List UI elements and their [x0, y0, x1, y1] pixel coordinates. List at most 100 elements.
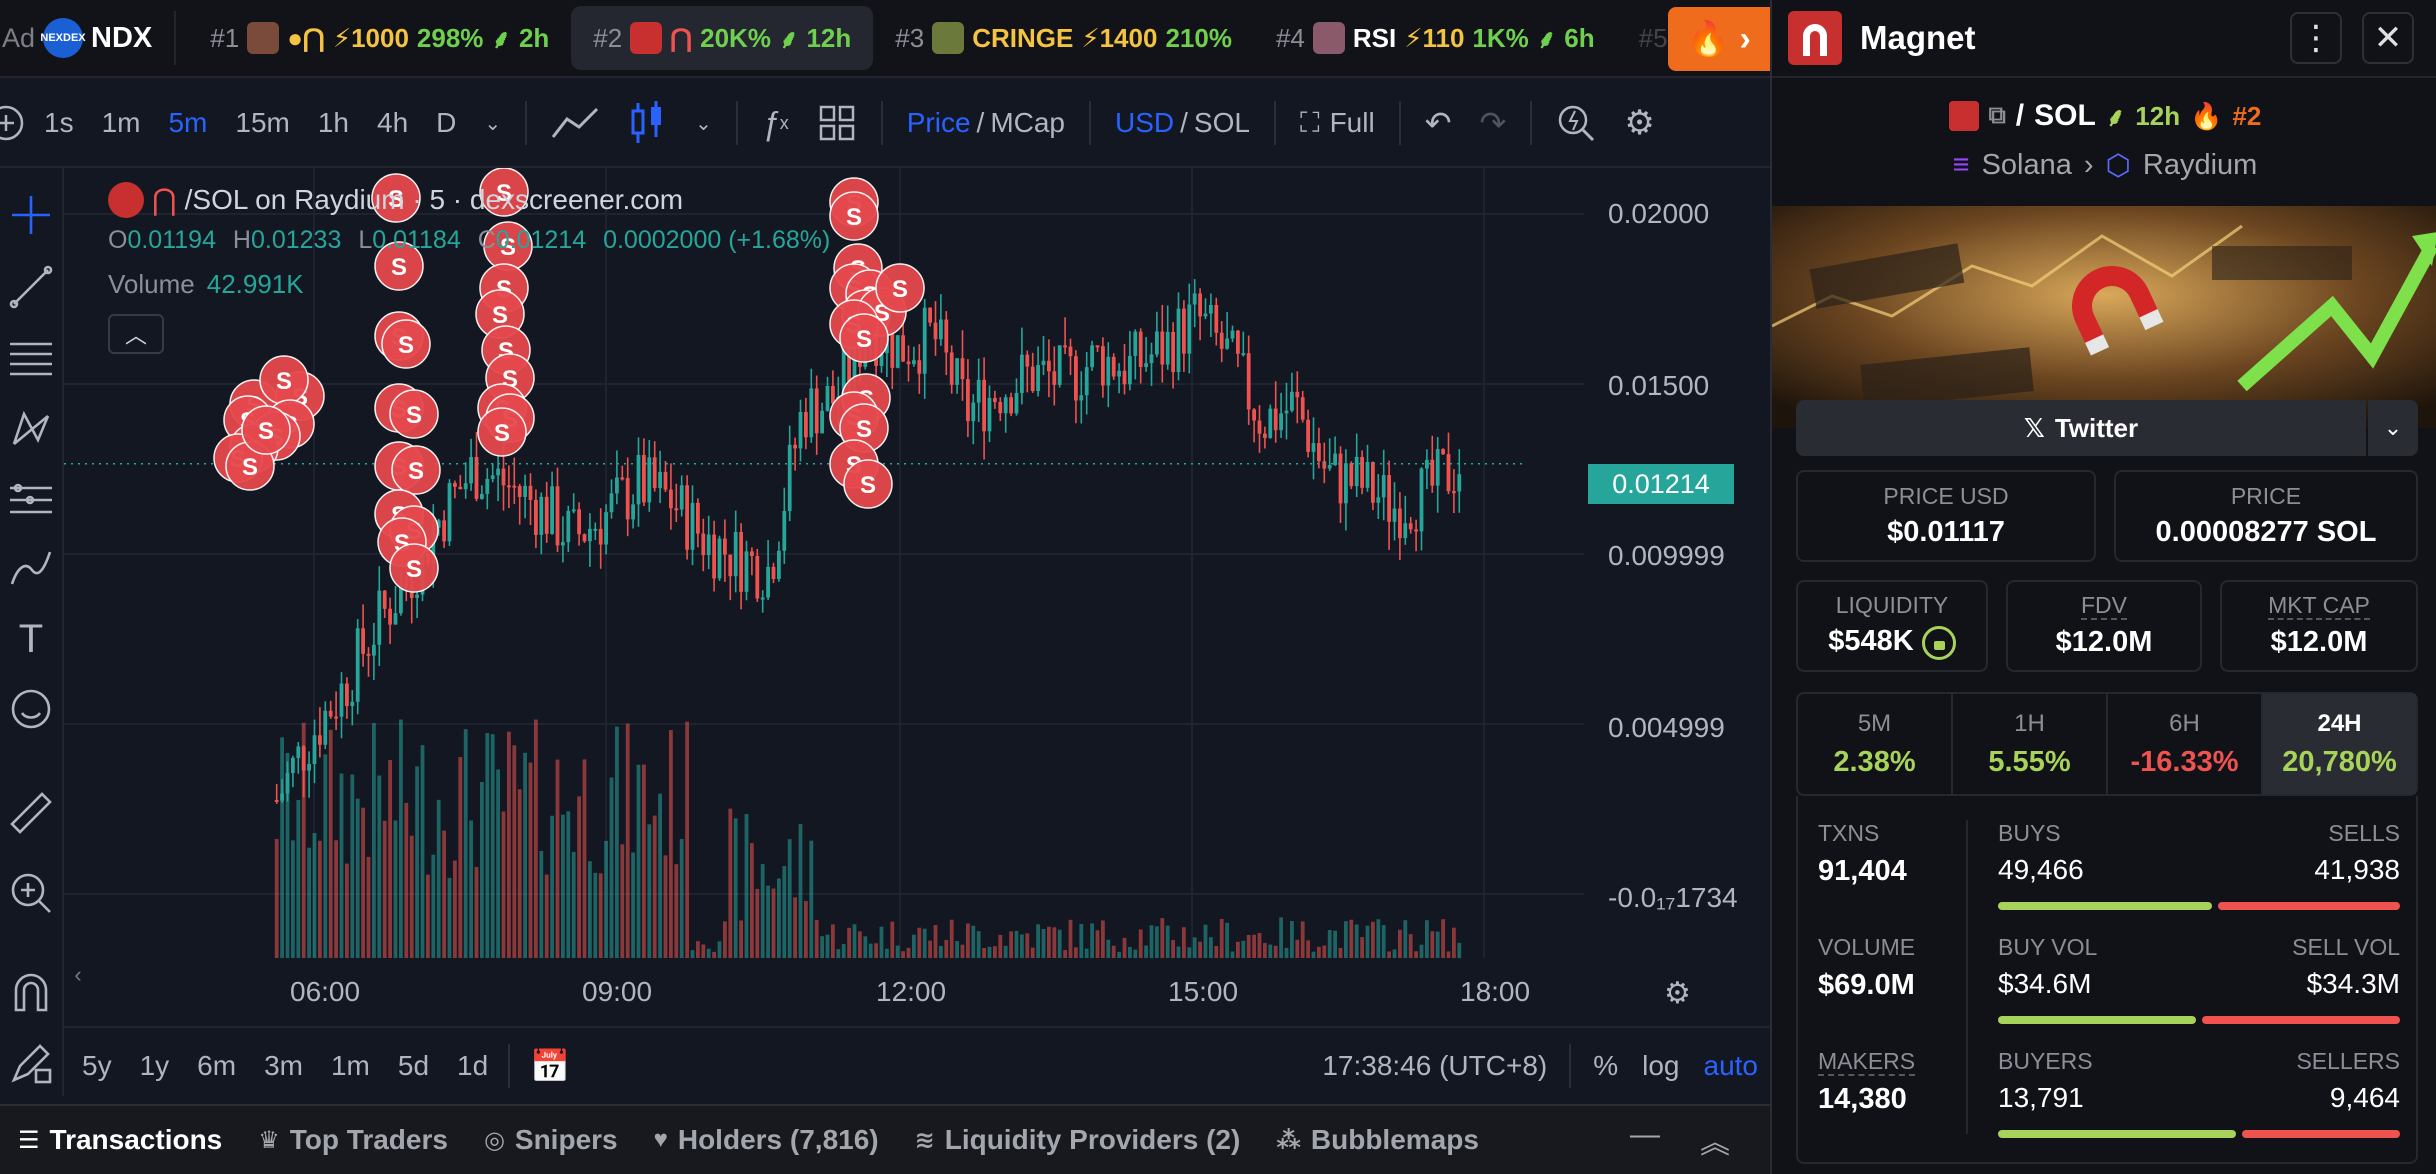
ticker-item-4[interactable]: #4 RSI ⚡110 1K% ⸙ 6h: [1254, 6, 1617, 70]
toolbar-divider: [735, 101, 738, 145]
layout-grid-icon[interactable]: [803, 80, 871, 166]
fire-icon: 🔥: [2190, 100, 2223, 131]
volume-bar: [1144, 945, 1148, 958]
ticker-item-2[interactable]: #2 ⋂ 20K% ⸙ 12h: [571, 6, 874, 70]
candle-body: [582, 534, 587, 542]
crosshair-icon[interactable]: [6, 190, 56, 240]
range-3m[interactable]: 3m: [250, 1050, 317, 1082]
chevron-down-icon[interactable]: ⌄: [681, 80, 726, 166]
mcap-label[interactable]: MKT CAP: [2268, 592, 2370, 621]
collapse-legend-button[interactable]: ︿: [108, 314, 164, 354]
emoji-icon[interactable]: [6, 684, 56, 734]
undo-icon[interactable]: ↶: [1411, 80, 1466, 166]
more-options-icon[interactable]: ⋮: [2290, 12, 2342, 64]
chevron-down-icon[interactable]: ⌄: [470, 80, 515, 166]
candle-body: [1446, 454, 1451, 492]
quick-search-icon[interactable]: [1542, 80, 1610, 166]
lock-icon[interactable]: [1921, 625, 1956, 660]
usd-sol-toggle[interactable]: USD / SOL: [1101, 80, 1264, 166]
range-1d[interactable]: 1d: [443, 1050, 502, 1082]
axis-settings-icon[interactable]: ⚙: [1664, 976, 1691, 1011]
interval-5m[interactable]: 5m: [154, 80, 221, 166]
candle-body: [1111, 356, 1116, 377]
fullscreen-button[interactable]: ⛶ Full: [1286, 80, 1389, 166]
expand-up-icon[interactable]: ︽: [1700, 1118, 1730, 1162]
interval-d[interactable]: D: [422, 80, 470, 166]
price-chart[interactable]: SSSSSSSSSSSSSSSSSSSSSSSSSSSSSSSSSSSSSSSS…: [64, 168, 1770, 1026]
minimize-icon[interactable]: —: [1630, 1118, 1660, 1162]
usd-option[interactable]: USD: [1115, 107, 1174, 139]
close-icon[interactable]: ✕: [2362, 12, 2414, 64]
tab-snipers[interactable]: ◎ Snipers: [466, 1124, 636, 1156]
ticker-item-1[interactable]: #1 ●⋂ ⚡1000 298% ⸙ 2h: [188, 6, 571, 70]
chain-name[interactable]: Solana: [1982, 149, 2072, 182]
zoom-in-icon[interactable]: [6, 868, 56, 918]
line-chart-icon[interactable]: [537, 80, 613, 166]
interval-15m[interactable]: 15m: [221, 80, 303, 166]
dex-name[interactable]: Raydium: [2143, 149, 2257, 182]
settings-gear-icon[interactable]: ⚙: [1610, 80, 1668, 166]
indicators-fx-icon[interactable]: ƒx: [748, 80, 803, 166]
text-tool-icon[interactable]: T: [6, 614, 56, 664]
period-6h[interactable]: 6H -16.33%: [2108, 694, 2263, 794]
range-6m[interactable]: 6m: [183, 1050, 250, 1082]
interval-1h[interactable]: 1h: [304, 80, 363, 166]
tab-liquidity-providers[interactable]: ≋ Liquidity Providers (2): [897, 1124, 1259, 1156]
candle-body: [652, 457, 657, 489]
interval-4h[interactable]: 4h: [363, 80, 422, 166]
volume-bar: [901, 951, 905, 958]
fib-lines-icon[interactable]: [6, 332, 56, 382]
ruler-icon[interactable]: [6, 788, 56, 838]
twitter-button[interactable]: 𝕏 Twitter: [1796, 400, 2366, 456]
ad-ndx[interactable]: NEXDEX NDX: [40, 18, 152, 58]
candle-body: [1020, 354, 1024, 393]
range-1y[interactable]: 1y: [126, 1050, 184, 1082]
tab-top-traders[interactable]: ♛ Top Traders: [240, 1124, 466, 1156]
volume-bar: [1365, 925, 1370, 958]
clock-time[interactable]: 17:38:46 (UTC+8): [1310, 1050, 1559, 1082]
lock-drawings-icon[interactable]: [6, 1038, 56, 1088]
prediction-icon[interactable]: [6, 474, 56, 524]
fire-icon: 🔥: [1687, 20, 1730, 58]
candle-body: [917, 360, 922, 374]
period-5m[interactable]: 5M 2.38%: [1798, 694, 1953, 794]
candle-body: [1068, 346, 1073, 357]
close-value: 0.01214: [495, 226, 587, 254]
mcap-option[interactable]: MCap: [990, 107, 1065, 139]
add-indicator-icon[interactable]: [0, 80, 30, 166]
pattern-icon[interactable]: [6, 404, 56, 454]
tab-bubblemaps[interactable]: ⁂ Bubblemaps: [1258, 1124, 1497, 1156]
fdv-label[interactable]: FDV: [2081, 592, 2127, 621]
range-5y[interactable]: 5y: [68, 1050, 126, 1082]
sol-option[interactable]: SOL: [1194, 107, 1250, 139]
trend-line-icon[interactable]: [6, 262, 56, 312]
tab-holders[interactable]: ♥ Holders (7,816): [636, 1124, 897, 1156]
range-5d[interactable]: 5d: [384, 1050, 443, 1082]
period-24h[interactable]: 24H 20,780%: [2263, 694, 2416, 794]
range-1m[interactable]: 1m: [317, 1050, 384, 1082]
interval-1m[interactable]: 1m: [88, 80, 155, 166]
redo-icon[interactable]: ↷: [1466, 80, 1521, 166]
trending-fire-button[interactable]: 🔥 ›: [1668, 7, 1770, 71]
candle-body: [393, 613, 398, 625]
goto-date-icon[interactable]: 📅: [516, 1047, 584, 1085]
socials-dropdown-icon[interactable]: ⌄: [2368, 400, 2418, 456]
volume-bar: [966, 923, 970, 958]
magnet-mode-icon[interactable]: [6, 968, 56, 1018]
tab-transactions[interactable]: ☰ Transactions: [0, 1124, 240, 1156]
candle-body: [1263, 433, 1267, 438]
candle-body: [1327, 465, 1332, 469]
percent-scale-toggle[interactable]: %: [1581, 1050, 1630, 1082]
interval-1s[interactable]: 1s: [30, 80, 88, 166]
auto-scale-toggle[interactable]: auto: [1692, 1050, 1771, 1082]
price-usd-value: $0.01117: [1887, 516, 2005, 548]
price-option[interactable]: Price: [907, 107, 971, 139]
period-1h[interactable]: 1H 5.55%: [1953, 694, 2108, 794]
log-scale-toggle[interactable]: log: [1630, 1050, 1691, 1082]
ticker-item-3[interactable]: #3 CRINGE ⚡1400 210%: [873, 6, 1254, 70]
volume-bar: [1430, 931, 1435, 958]
copy-address-icon[interactable]: ⧉: [1989, 102, 2006, 130]
candles-icon[interactable]: [613, 80, 681, 166]
price-mcap-toggle[interactable]: Price / MCap: [893, 80, 1079, 166]
brush-icon[interactable]: [6, 544, 56, 594]
